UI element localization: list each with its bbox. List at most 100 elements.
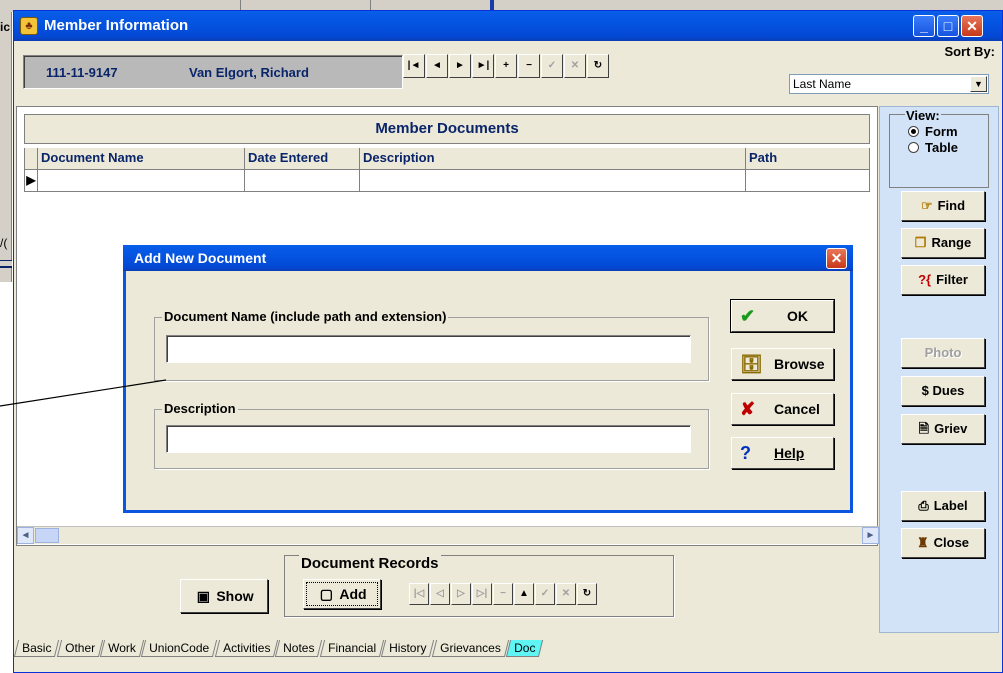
printer-icon: ⎙	[918, 498, 929, 513]
app-icon: ♣	[20, 17, 38, 35]
add-record-button[interactable]: +	[495, 54, 517, 78]
scroll-left-icon[interactable]: ◄	[17, 527, 34, 544]
document-name-input[interactable]	[166, 335, 691, 363]
column-header-description[interactable]: Description	[360, 148, 746, 170]
doc-up-button[interactable]: ▲	[514, 583, 534, 605]
add-document-button[interactable]: ▢ Add	[303, 579, 381, 609]
cell-document-name[interactable]	[38, 170, 245, 192]
view-table-radio[interactable]: Table	[908, 140, 958, 155]
description-input[interactable]	[166, 425, 691, 453]
window-title: Member Information	[44, 17, 189, 34]
show-button[interactable]: ▣ Show	[180, 579, 268, 613]
tab-label: History	[389, 641, 427, 655]
dialog-close-icon[interactable]: ✕	[826, 248, 847, 269]
doc-last-button[interactable]: ▷|	[472, 583, 492, 605]
range-icon: ❐	[914, 235, 927, 250]
doc-first-button[interactable]: |◁	[409, 583, 429, 605]
first-record-button[interactable]: |◄	[403, 54, 425, 78]
help-button[interactable]: ? Help	[731, 437, 834, 469]
sort-by-select[interactable]: Last Name ▼	[789, 74, 989, 94]
tab-notes[interactable]: Notes	[275, 640, 323, 657]
last-record-button[interactable]: ►|	[472, 54, 494, 78]
griev-button[interactable]: 🗎 Griev	[901, 414, 985, 444]
tab-activities[interactable]: Activities	[214, 640, 279, 657]
cancel-button-label: Cancel	[774, 401, 820, 417]
sort-by-value: Last Name	[793, 77, 852, 91]
tab-label: Notes	[283, 641, 315, 655]
background-label: ic	[0, 20, 11, 34]
close-window-button[interactable]: ✕	[961, 15, 983, 37]
next-record-button[interactable]: ►	[449, 54, 471, 78]
cell-date-entered[interactable]	[245, 170, 360, 192]
description-label: Description	[162, 401, 238, 416]
radio-icon[interactable]	[908, 142, 919, 153]
radio-selected-icon[interactable]	[908, 126, 919, 137]
find-button[interactable]: ☞ Find	[901, 191, 985, 221]
tab-label: Doc	[514, 641, 536, 655]
tab-grievances[interactable]: Grievances	[431, 640, 509, 657]
tab-financial[interactable]: Financial	[319, 640, 385, 657]
background-window-edge-line	[0, 260, 12, 268]
view-form-label: Form	[925, 124, 958, 139]
browse-button-label: Browse	[774, 356, 825, 372]
cancel-button[interactable]: ✘ Cancel	[731, 393, 834, 425]
range-button[interactable]: ❐ Range	[901, 228, 985, 258]
refresh-button[interactable]: ↻	[587, 54, 609, 78]
minimize-button[interactable]: _	[913, 15, 935, 37]
column-header-document-name[interactable]: Document Name	[38, 148, 245, 170]
find-button-label: Find	[937, 198, 966, 213]
delete-record-button[interactable]: −	[518, 54, 540, 78]
dues-button[interactable]: $ Dues	[901, 376, 985, 406]
new-document-icon: ▢	[319, 586, 333, 602]
doc-next-button[interactable]: ▷	[451, 583, 471, 605]
doc-delete-button[interactable]: −	[493, 583, 513, 605]
view-label: View:	[905, 108, 941, 123]
chevron-down-icon[interactable]: ▼	[970, 76, 987, 92]
tab-doc[interactable]: Doc	[505, 640, 544, 657]
row-selector-icon[interactable]: ▶	[24, 170, 38, 192]
undo-record-button[interactable]: ✕	[564, 54, 586, 78]
filter-button[interactable]: ?{Filter	[901, 265, 985, 295]
show-icon: ▣	[196, 588, 210, 604]
tab-other[interactable]: Other	[56, 640, 103, 657]
horizontal-scrollbar[interactable]: ◄ ►	[17, 526, 879, 544]
label-button-label: Label	[933, 498, 968, 513]
doc-undo-button[interactable]: ✕	[556, 583, 576, 605]
ok-button[interactable]: ✔ OK	[730, 299, 835, 333]
scroll-thumb[interactable]	[35, 528, 59, 543]
tab-unioncode[interactable]: UnionCode	[141, 640, 218, 657]
window-titlebar[interactable]: ♣ Member Information _ □ ✕	[14, 11, 1002, 41]
tab-strip: Basic Other Work UnionCode Activities No…	[13, 640, 544, 660]
add-button-label: Add	[339, 586, 367, 602]
tab-label: Basic	[22, 641, 52, 655]
photo-button[interactable]: Photo	[901, 338, 985, 368]
scroll-right-icon[interactable]: ►	[862, 527, 879, 544]
tab-label: Financial	[328, 641, 377, 655]
doc-refresh-button[interactable]: ↻	[577, 583, 597, 605]
ok-button-label: OK	[787, 308, 808, 324]
find-icon: ☞	[920, 198, 933, 213]
close-button[interactable]: ♜ Close	[901, 528, 985, 558]
browse-button[interactable]: 🗄 Browse	[731, 348, 834, 380]
column-header-path[interactable]: Path	[746, 148, 870, 170]
label-button[interactable]: ⎙ Label	[901, 491, 985, 521]
cell-path[interactable]	[746, 170, 870, 192]
cell-description[interactable]	[360, 170, 746, 192]
tab-history[interactable]: History	[381, 640, 435, 657]
tab-basic[interactable]: Basic	[13, 640, 60, 657]
prev-record-button[interactable]: ◄	[426, 54, 448, 78]
maximize-button[interactable]: □	[937, 15, 959, 37]
doc-prev-button[interactable]: ◁	[430, 583, 450, 605]
griev-button-label: Griev	[934, 421, 968, 436]
dialog-titlebar[interactable]: Add New Document ✕	[123, 245, 853, 271]
view-form-radio[interactable]: Form	[908, 124, 958, 139]
column-header-date-entered[interactable]: Date Entered	[245, 148, 360, 170]
tab-work[interactable]: Work	[99, 640, 144, 657]
file-cabinet-icon: 🗄	[740, 354, 763, 374]
view-table-label: Table	[925, 140, 958, 155]
checkmark-icon: ✔	[740, 306, 756, 326]
x-icon: ✘	[740, 399, 756, 419]
doc-save-button[interactable]: ✓	[535, 583, 555, 605]
tab-label: Other	[64, 641, 95, 655]
save-record-button[interactable]: ✓	[541, 54, 563, 78]
